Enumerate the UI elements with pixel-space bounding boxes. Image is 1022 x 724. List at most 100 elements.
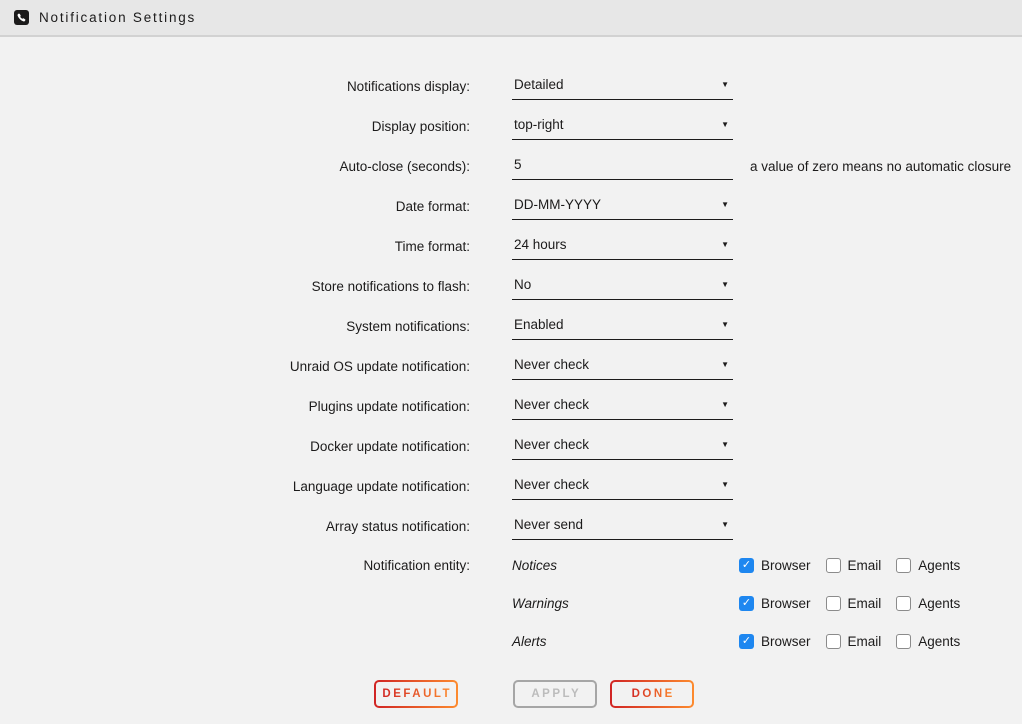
select-value: Never check (514, 357, 589, 372)
default-button-face: DEFAULT (376, 682, 456, 706)
select-value: Detailed (514, 77, 564, 92)
notices-agents-checkbox[interactable] (896, 558, 911, 573)
select-value: Never send (514, 517, 583, 532)
date-format-select[interactable]: DD-MM-YYYY ▼ (512, 192, 733, 220)
notifications-display-select[interactable]: Detailed ▼ (512, 72, 733, 100)
unraid-os-update-notification-select[interactable]: Never check ▼ (512, 352, 733, 380)
alerts-browser-checkbox[interactable]: ✓ (739, 634, 754, 649)
display-position-select[interactable]: top-right▼ (512, 112, 733, 140)
form-row-time-format: Time format: 24 hours ▼ (0, 226, 1022, 266)
field-control: Enabled▼ (512, 312, 733, 340)
field-control: DD-MM-YYYY ▼ (512, 192, 733, 220)
done-button-label: DONE (629, 688, 675, 700)
field-label-language-update-notification: Language update notification: (0, 479, 470, 494)
alerts-email-checkbox-group: Email (826, 634, 882, 649)
page-header: Notification Settings (0, 0, 1022, 37)
language-update-notification-select[interactable]: Never check▼ (512, 472, 733, 500)
entity-name-alerts: Alerts (512, 634, 739, 649)
field-note: a value of zero means no automatic closu… (750, 159, 1011, 174)
notices-browser-checkbox[interactable]: ✓ (739, 558, 754, 573)
field-label-date-format: Date format: (0, 199, 470, 214)
select-value: top-right (514, 117, 564, 132)
checkbox-label: Email (848, 558, 882, 573)
dropdown-arrow-icon: ▼ (721, 481, 729, 489)
docker-update-notification-select[interactable]: Never check ▼ (512, 432, 733, 460)
field-label-time-format: Time format: (0, 239, 470, 254)
select-value: Never check (514, 397, 589, 412)
field-label-array-status-notification: Array status notification: (0, 519, 470, 534)
store-notifications-to-flash-select[interactable]: No ▼ (512, 272, 733, 300)
form-row-auto-close-seconds: Auto-close (seconds): a value of zero mea… (0, 146, 1022, 186)
notification-settings-page: Notification Settings Notifications disp… (0, 0, 1022, 708)
entity-name-notices: Notices (512, 558, 739, 573)
dropdown-arrow-icon: ▼ (721, 321, 729, 329)
warnings-agents-checkbox-group: Agents (896, 596, 960, 611)
field-control: Detailed ▼ (512, 72, 733, 100)
default-button-label: DEFAULT (380, 688, 452, 700)
checkbox-label: Agents (918, 596, 960, 611)
select-value: No (514, 277, 531, 292)
button-row: DEFAULT APPLY DONE (374, 680, 1022, 708)
field-label-notifications-display: Notifications display: (0, 79, 470, 94)
warnings-browser-checkbox[interactable]: ✓ (739, 596, 754, 611)
field-label-unraid-os-update-notification: Unraid OS update notification: (0, 359, 470, 374)
settings-form: Notifications display: Detailed ▼ Display p… (0, 66, 1022, 660)
notices-browser-checkbox-group: ✓Browser (739, 558, 811, 573)
field-control: No ▼ (512, 272, 733, 300)
array-status-notification-select[interactable]: Never send ▼ (512, 512, 733, 540)
alerts-browser-checkbox-group: ✓ Browser (739, 634, 811, 649)
warnings-agents-checkbox[interactable] (896, 596, 911, 611)
notices-email-checkbox-group: Email (826, 558, 882, 573)
entity-name-warnings: Warnings (512, 596, 739, 611)
form-row-store-notifications-to-flash: Store notifications to flash: No ▼ (0, 266, 1022, 306)
dropdown-arrow-icon: ▼ (721, 201, 729, 209)
dropdown-arrow-icon: ▼ (721, 441, 729, 449)
entity-row-warnings: Warnings✓ Browser Email Agents (0, 584, 1022, 622)
dropdown-arrow-icon: ▼ (721, 521, 729, 529)
dropdown-arrow-icon: ▼ (721, 81, 729, 89)
field-control (512, 152, 733, 180)
checkbox-groups: ✓ Browser Email Agents (739, 596, 960, 611)
apply-button[interactable]: APPLY (513, 680, 597, 708)
page-title: Notification Settings (39, 10, 196, 25)
phone-icon (14, 10, 29, 25)
dropdown-arrow-icon: ▼ (721, 281, 729, 289)
alerts-agents-checkbox[interactable] (896, 634, 911, 649)
warnings-email-checkbox[interactable] (826, 596, 841, 611)
field-control: Never check ▼ (512, 352, 733, 380)
done-button[interactable]: DONE (610, 680, 694, 708)
form-row-notifications-display: Notifications display: Detailed ▼ (0, 66, 1022, 106)
warnings-browser-checkbox-group: ✓ Browser (739, 596, 811, 611)
checkbox-label: Browser (761, 596, 811, 611)
auto-close-seconds-input[interactable] (512, 152, 733, 180)
dropdown-arrow-icon: ▼ (721, 241, 729, 249)
field-control: 24 hours ▼ (512, 232, 733, 260)
default-button[interactable]: DEFAULT (374, 680, 458, 708)
select-value: DD-MM-YYYY (514, 197, 601, 212)
dropdown-arrow-icon: ▼ (721, 401, 729, 409)
dropdown-arrow-icon: ▼ (721, 361, 729, 369)
form-row-plugins-update-notification: Plugins update notification: Never check ▼ (0, 386, 1022, 426)
field-label-store-notifications-to-flash: Store notifications to flash: (0, 279, 470, 294)
form-row-array-status-notification: Array status notification: Never send ▼ (0, 506, 1022, 546)
alerts-email-checkbox[interactable] (826, 634, 841, 649)
notices-email-checkbox[interactable] (826, 558, 841, 573)
time-format-select[interactable]: 24 hours ▼ (512, 232, 733, 260)
system-notifications-select[interactable]: Enabled▼ (512, 312, 733, 340)
form-row-display-position: Display position: top-right▼ (0, 106, 1022, 146)
warnings-email-checkbox-group: Email (826, 596, 882, 611)
field-label-auto-close-seconds: Auto-close (seconds): (0, 159, 470, 174)
form-row-docker-update-notification: Docker update notification:Never check▼ (0, 426, 1022, 466)
field-label-plugins-update-notification: Plugins update notification: (0, 399, 470, 414)
form-row-system-notifications: System notifications:Enabled▼ (0, 306, 1022, 346)
field-label-display-position: Display position: (0, 119, 470, 134)
plugins-update-notification-select[interactable]: Never check ▼ (512, 392, 733, 420)
checkbox-label: Browser (761, 634, 811, 649)
field-control: Never check ▼ (512, 392, 733, 420)
select-value: 24 hours (514, 237, 567, 252)
checkbox-label: Email (848, 634, 882, 649)
form-row-unraid-os-update-notification: Unraid OS update notification: Never chec… (0, 346, 1022, 386)
checkbox-label: Agents (918, 634, 960, 649)
select-value: Never check (514, 437, 589, 452)
notices-agents-checkbox-group: Agents (896, 558, 960, 573)
